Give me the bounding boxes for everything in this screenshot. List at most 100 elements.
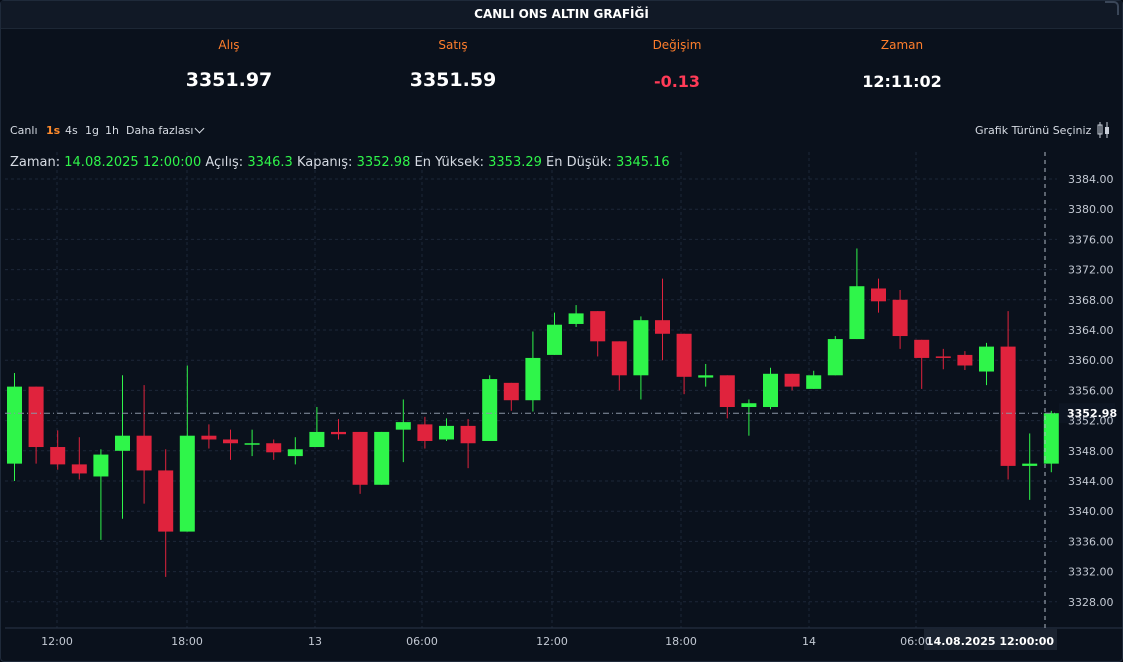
- quote-panel: Alış 3351.97 Satış 3351.59 Değişim -0.13…: [0, 28, 1123, 108]
- corner-icon: [1105, 1, 1119, 15]
- candle-body: [979, 346, 994, 372]
- candle-body: [136, 435, 152, 471]
- candle-body: [115, 435, 130, 451]
- y-tick-label: 3368.00: [1068, 294, 1114, 307]
- candle-body: [1043, 413, 1059, 464]
- y-tick-label: 3332.00: [1068, 566, 1114, 579]
- y-tick-label: 3364.00: [1068, 324, 1114, 337]
- candle-body: [914, 339, 930, 358]
- page-title: CANLI ONS ALTIN GRAFİĞİ: [1, 1, 1122, 29]
- candle-body: [1000, 346, 1016, 466]
- candlestick-chart[interactable]: 3352.98 14.08.2025 12:00:00 3384.00 3380.0…: [0, 150, 1123, 662]
- chart-toolbar: Canlı 1s 4s 1g 1h Daha fazlası Grafik Tü…: [0, 120, 1123, 142]
- interval-4s[interactable]: 4s: [65, 124, 78, 137]
- candle-body: [827, 339, 843, 376]
- candle-body: [417, 424, 433, 441]
- y-tick-label: 3340.00: [1068, 505, 1114, 518]
- candle-body: [871, 288, 886, 302]
- ohlc-high-label: En Yüksek:: [414, 155, 484, 170]
- y-tick-label: 3336.00: [1068, 535, 1114, 548]
- candle-body: [374, 431, 390, 485]
- candle-body: [244, 443, 260, 445]
- candle-body: [1022, 463, 1038, 466]
- candle-body: [547, 324, 562, 355]
- ohlc-open-label: Açılış:: [205, 155, 244, 170]
- x-tick-label: 14: [802, 635, 816, 648]
- candle-body: [93, 454, 109, 477]
- ohlc-time-label: Zaman:: [10, 155, 61, 170]
- x-tick-label: 18:00: [665, 635, 697, 648]
- price-axis: 3384.00 3380.00 3376.00 3372.00 3368.00 3364.…: [1068, 173, 1114, 609]
- time-axis: 12:00 18:00 13 06:00 12:00 18:00 14 06:00: [41, 635, 932, 648]
- candle-body: [71, 464, 87, 474]
- candle-body: [892, 299, 908, 337]
- y-tick-label: 3344.00: [1068, 475, 1114, 488]
- candle-body: [784, 373, 800, 387]
- candle-body: [676, 333, 692, 377]
- candle-body: [655, 320, 670, 334]
- x-tick-label: 12:00: [41, 635, 73, 648]
- candle-body: [331, 431, 346, 435]
- ohlc-low-value: 3345.16: [615, 155, 670, 170]
- candle-body: [503, 382, 519, 401]
- candle-body: [460, 425, 476, 444]
- x-tick-label: 12:00: [536, 635, 568, 648]
- chart-overlays: 3352.98 14.08.2025 12:00:00: [5, 152, 1117, 650]
- change-label: Değişim: [652, 38, 702, 52]
- candle-body: [611, 341, 627, 376]
- candlestick-icon[interactable]: [1096, 121, 1112, 139]
- chart-type-select[interactable]: Grafik Türünü Seçiniz: [975, 124, 1091, 137]
- candle-body: [50, 447, 66, 465]
- ohlc-legend: Zaman: 14.08.2025 12:00:00 Açılış: 3346.…: [10, 155, 670, 170]
- candle-body: [806, 375, 822, 389]
- live-button[interactable]: Canlı: [10, 124, 38, 137]
- candle-body: [309, 431, 325, 448]
- crosshair-time-label: 14.08.2025 12:00:00: [926, 635, 1054, 648]
- candle-body: [719, 375, 735, 408]
- y-tick-label: 3360.00: [1068, 354, 1114, 367]
- y-tick-label: 3328.00: [1068, 596, 1114, 609]
- candle-body: [201, 435, 217, 440]
- ohlc-low-label: En Düşük:: [546, 155, 612, 170]
- x-tick-label: 06:00: [900, 635, 932, 648]
- interval-1g[interactable]: 1g: [85, 124, 99, 137]
- chevron-down-icon[interactable]: [194, 123, 205, 134]
- candle-body: [763, 373, 778, 408]
- candle-body: [935, 356, 951, 358]
- change-value: -0.13: [653, 72, 701, 91]
- bid-value: 3351.97: [185, 69, 273, 91]
- ask-label: Satış: [438, 38, 468, 52]
- y-tick-label: 3372.00: [1068, 264, 1114, 277]
- ohlc-open-value: 3346.3: [247, 155, 293, 170]
- ohlc-time-value: 14.08.2025 12:00:00: [64, 155, 202, 170]
- candle-body: [352, 431, 368, 485]
- interval-1s[interactable]: 1s: [46, 124, 60, 137]
- bid-label: Alış: [218, 38, 240, 52]
- candle-body: [633, 320, 649, 376]
- candle-body: [741, 403, 757, 408]
- candle-body: [698, 375, 714, 378]
- time-label: Zaman: [880, 38, 924, 52]
- candle-body: [590, 311, 606, 342]
- ask-value: 3351.59: [409, 69, 497, 91]
- candle-body: [287, 449, 303, 457]
- candle-series: [7, 248, 1059, 577]
- candle-body: [482, 379, 498, 441]
- candle-body: [7, 386, 22, 464]
- y-tick-label: 3348.00: [1068, 445, 1114, 458]
- candle-body: [957, 354, 973, 366]
- candle-body: [395, 422, 411, 430]
- more-intervals-button[interactable]: Daha fazlası: [126, 124, 193, 137]
- candle-body: [525, 357, 541, 401]
- x-tick-label: 13: [308, 635, 322, 648]
- time-value: 12:11:02: [862, 72, 942, 91]
- y-tick-label: 3352.00: [1068, 415, 1114, 428]
- y-tick-label: 3384.00: [1068, 173, 1114, 186]
- candle-body: [179, 435, 195, 532]
- candle-body: [223, 439, 238, 444]
- candle-body: [568, 313, 584, 324]
- interval-1h[interactable]: 1h: [105, 124, 119, 137]
- candle-body: [158, 470, 174, 532]
- y-tick-label: 3380.00: [1068, 203, 1114, 216]
- ohlc-close-value: 3352.98: [356, 155, 411, 170]
